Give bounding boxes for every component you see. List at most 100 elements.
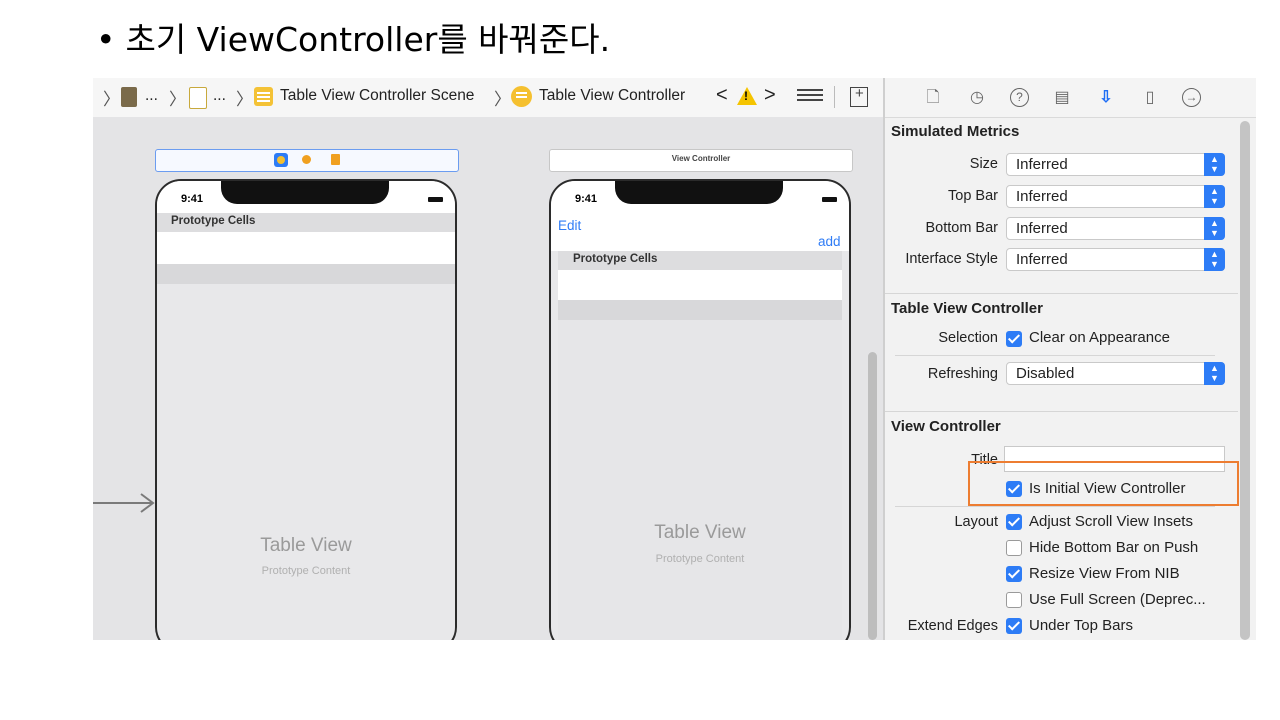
table-view-subtitle: Prototype Content	[655, 553, 745, 565]
jump-bar-ellipsis-2[interactable]: ...	[213, 87, 226, 105]
jump-bar-scene[interactable]: Table View Controller Scene	[280, 87, 474, 105]
entry-point-arrow-icon[interactable]	[93, 493, 155, 513]
resize-view-from-nib-checkbox[interactable]	[1006, 566, 1022, 582]
storyboard-file-icon[interactable]	[189, 87, 207, 109]
exit-icon[interactable]	[331, 154, 340, 165]
table-view-title: Table View	[260, 535, 352, 556]
resize-view-from-nib-label: Resize View From NIB	[1029, 565, 1180, 582]
jump-bar-ellipsis-1[interactable]: ...	[145, 87, 158, 105]
document-outline-icon[interactable]	[797, 89, 823, 105]
scene-title: View Controller	[671, 154, 731, 163]
interface-style-popup[interactable]: Inferred ▲ ▼	[1006, 248, 1225, 271]
bullet-marker: •	[96, 20, 116, 59]
attributes-inspector: 🗋 ◷ ? ▤ ⇩ ▯ → Simulated Metrics Size Inf…	[885, 78, 1256, 640]
attributes-icon[interactable]: ⇩	[1096, 88, 1116, 108]
battery-icon	[822, 197, 837, 202]
view-controller-phone[interactable]: 9:41 Edit add Prototype Cells Table View…	[549, 179, 851, 640]
under-top-bars-label: Under Top Bars	[1029, 617, 1133, 634]
stepper-icon: ▲ ▼	[1204, 362, 1225, 385]
notch	[615, 181, 783, 204]
inspector-scrollbar[interactable]	[1240, 121, 1250, 640]
prototype-cell[interactable]	[558, 270, 842, 300]
prototype-cells-label: Prototype Cells	[573, 253, 658, 265]
first-responder-icon[interactable]	[302, 155, 311, 164]
status-time: 9:41	[575, 193, 598, 205]
battery-icon	[428, 197, 443, 202]
refreshing-label: Refreshing	[927, 366, 998, 382]
use-full-screen-label: Use Full Screen (Deprec...	[1029, 591, 1206, 608]
size-value: Inferred	[1016, 156, 1068, 173]
layout-label: Layout	[954, 514, 998, 530]
add-editor-icon[interactable]	[850, 85, 868, 107]
controller-dock-icon[interactable]	[274, 153, 288, 167]
slide-bullet: • 초기 ViewController를 바꿔준다.	[96, 18, 610, 62]
jump-bar-controller[interactable]: Table View Controller	[539, 87, 685, 105]
section-separator	[885, 411, 1238, 412]
forward-arrow-icon[interactable]: >	[764, 84, 776, 107]
stepper-icon: ▲ ▼	[1204, 185, 1225, 208]
prototype-cells-header: Prototype Cells	[157, 213, 455, 232]
xcode-screenshot: 〉 ... 〉 ... 〉 Table View Controller Scen…	[93, 78, 1256, 640]
bottom-bar-label: Bottom Bar	[925, 220, 998, 236]
top-bar-label: Top Bar	[948, 188, 998, 204]
scene-dock-view-controller[interactable]: View Controller	[549, 149, 853, 172]
size-label: Size	[969, 156, 998, 172]
adjust-scroll-view-insets-checkbox[interactable]	[1006, 514, 1022, 530]
scene-dock-table-view-controller[interactable]	[155, 149, 459, 172]
refreshing-popup[interactable]: Disabled ▲ ▼	[1006, 362, 1225, 385]
jump-bar-divider	[834, 86, 835, 108]
table-view-controller-phone[interactable]: 9:41 Prototype Cells Table View Prototyp…	[155, 179, 457, 640]
interface-style-label: Interface Style	[905, 251, 998, 267]
warning-icon[interactable]: !	[737, 87, 757, 105]
row-separator	[895, 506, 1215, 507]
status-time: 9:41	[181, 193, 204, 205]
jump-bar: 〉 ... 〉 ... 〉 Table View Controller Scen…	[93, 78, 883, 118]
history-icon[interactable]: ◷	[967, 88, 987, 108]
add-button[interactable]: add	[818, 234, 841, 249]
under-top-bars-checkbox[interactable]	[1006, 618, 1022, 634]
top-bar-popup[interactable]: Inferred ▲ ▼	[1006, 185, 1225, 208]
storyboard-canvas[interactable]: 9:41 Prototype Cells Table View Prototyp…	[93, 117, 883, 640]
file-inspector-icon[interactable]: 🗋	[923, 88, 943, 108]
top-bar-value: Inferred	[1016, 188, 1068, 205]
notch	[221, 181, 389, 204]
use-full-screen-checkbox[interactable]	[1006, 592, 1022, 608]
stepper-icon: ▲ ▼	[1204, 217, 1225, 240]
help-icon[interactable]: ?	[1010, 88, 1029, 107]
edit-button[interactable]: Edit	[558, 218, 581, 233]
table-body	[558, 320, 842, 640]
annotation-highlight-box	[968, 461, 1239, 506]
inspector-tab-bar: 🗋 ◷ ? ▤ ⇩ ▯ →	[885, 78, 1256, 118]
bottom-bar-popup[interactable]: Inferred ▲ ▼	[1006, 217, 1225, 240]
table-view-subtitle: Prototype Content	[261, 565, 351, 577]
bullet-text: 초기 ViewController를 바꿔준다.	[125, 20, 611, 59]
prototype-cells-header: Prototype Cells	[558, 251, 842, 270]
section-table-view-controller: Table View Controller	[891, 300, 1043, 317]
clear-on-appearance-checkbox[interactable]	[1006, 331, 1022, 347]
warning-mark: !	[744, 89, 748, 103]
view-controller-icon	[511, 86, 532, 107]
project-file-icon[interactable]	[121, 87, 137, 107]
chevron-right-icon: 〉	[494, 90, 511, 109]
selection-label: Selection	[938, 330, 998, 346]
bottom-bar-value: Inferred	[1016, 220, 1068, 237]
stepper-icon: ▲ ▼	[1204, 153, 1225, 176]
chevron-right-icon: 〉	[169, 90, 186, 109]
chevron-right-icon: 〉	[103, 90, 120, 109]
prototype-cell[interactable]	[157, 232, 455, 264]
section-separator	[885, 293, 1238, 294]
extend-edges-label: Extend Edges	[907, 618, 998, 634]
identity-icon[interactable]: ▤	[1052, 88, 1072, 108]
size-popup[interactable]: Inferred ▲ ▼	[1006, 153, 1225, 176]
hide-bottom-bar-label: Hide Bottom Bar on Push	[1029, 539, 1199, 556]
size-icon[interactable]: ▯	[1140, 88, 1160, 108]
table-view-title: Table View	[654, 522, 746, 543]
cell-separator	[157, 264, 455, 284]
canvas-scrollbar[interactable]	[868, 352, 877, 640]
back-arrow-icon[interactable]: <	[716, 84, 728, 107]
hide-bottom-bar-checkbox[interactable]	[1006, 540, 1022, 556]
refreshing-value: Disabled	[1016, 365, 1075, 382]
row-separator	[895, 355, 1215, 356]
connections-icon[interactable]: →	[1182, 88, 1201, 107]
chevron-right-icon: 〉	[236, 90, 253, 109]
